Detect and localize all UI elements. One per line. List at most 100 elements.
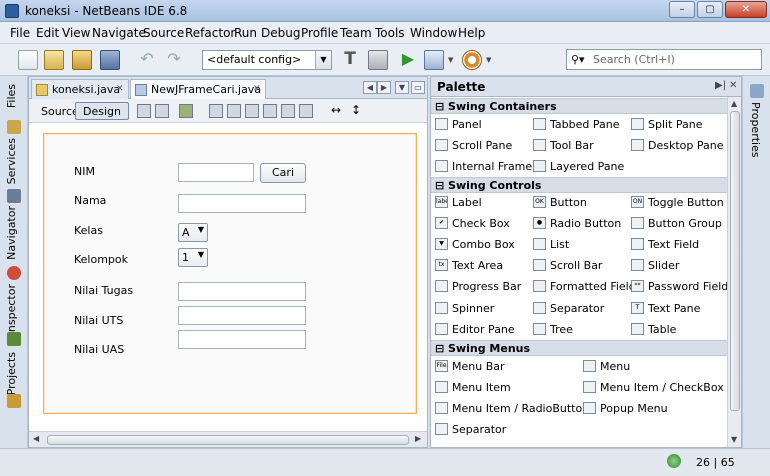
- close-panel-icon[interactable]: ✕: [729, 80, 737, 91]
- kelompok-combobox[interactable]: 1 ▼: [178, 248, 208, 267]
- menu-refactor[interactable]: Refactor: [185, 26, 235, 40]
- profile-icon[interactable]: [462, 50, 482, 70]
- design-view-button[interactable]: Design: [75, 102, 129, 120]
- scroll-right-icon[interactable]: ▶: [415, 434, 421, 443]
- tab-list-icon[interactable]: ▼: [395, 81, 409, 94]
- palette-item-menu-item[interactable]: Menu Item: [435, 381, 511, 394]
- align-right-icon[interactable]: [245, 104, 259, 118]
- new-file-icon[interactable]: [18, 50, 38, 70]
- close-button[interactable]: ✕: [725, 1, 767, 18]
- scrollbar-thumb[interactable]: [730, 111, 740, 411]
- palette-item-button[interactable]: OK Button: [533, 196, 587, 209]
- menu-run[interactable]: Run: [234, 26, 257, 40]
- palette-item-menu-item-radiobutton[interactable]: Menu Item / RadioButton: [435, 402, 589, 415]
- palette-item-menu-item-checkbox[interactable]: Menu Item / CheckBox: [583, 381, 724, 394]
- build-hammer-icon[interactable]: T: [340, 50, 360, 70]
- nilai-uts-field[interactable]: [178, 306, 306, 325]
- editor-horizontal-scrollbar[interactable]: ◀ ▶: [29, 431, 427, 447]
- close-tab-icon[interactable]: ✕: [253, 84, 261, 94]
- maximize-editor-icon[interactable]: ▭: [411, 81, 425, 94]
- align-center-icon[interactable]: [227, 104, 241, 118]
- palette-item-toggle-button[interactable]: ON Toggle Button: [631, 196, 724, 209]
- palette-item-scroll-pane[interactable]: Scroll Pane: [435, 139, 512, 152]
- palette-item-menu-separator[interactable]: Separator: [435, 423, 506, 436]
- preview-design-icon[interactable]: [179, 104, 193, 118]
- tab-inspector[interactable]: Inspector: [5, 284, 18, 335]
- palette-item-check-box[interactable]: ✔ Check Box: [435, 217, 510, 230]
- scroll-tabs-left-icon[interactable]: ◀: [363, 81, 377, 94]
- palette-item-internal-frame[interactable]: Internal Frame: [435, 160, 532, 173]
- palette-item-formatted-field[interactable]: Formatted Field: [533, 280, 636, 293]
- palette-item-text-pane[interactable]: T Text Pane: [631, 302, 700, 315]
- notification-icon[interactable]: [667, 454, 681, 468]
- align-bottom-icon[interactable]: [299, 104, 313, 118]
- save-all-icon[interactable]: [100, 50, 120, 70]
- palette-item-tabbed-pane[interactable]: Tabbed Pane: [533, 118, 619, 131]
- scrollbar-thumb[interactable]: [47, 435, 409, 445]
- tab-services[interactable]: Services: [5, 138, 18, 184]
- palette-item-layered-pane[interactable]: Layered Pane: [533, 160, 624, 173]
- palette-item-slider[interactable]: Slider: [631, 259, 679, 272]
- nama-field[interactable]: [178, 194, 306, 213]
- tab-files[interactable]: Files: [5, 84, 18, 108]
- debug-icon[interactable]: [424, 50, 444, 70]
- nilai-uas-field[interactable]: [178, 330, 306, 349]
- profile-dropdown-icon[interactable]: ▼: [486, 50, 496, 70]
- category-swing-controls[interactable]: ⊟ Swing Controls: [431, 177, 727, 193]
- palette-item-text-field[interactable]: Text Field: [631, 238, 699, 251]
- jframe-form[interactable]: NIM Cari Nama Kelas A ▼ Kelompok 1 ▼ Nil…: [43, 133, 417, 414]
- redo-icon[interactable]: ↷: [164, 50, 184, 70]
- palette-item-split-pane[interactable]: Split Pane: [631, 118, 703, 131]
- palette-item-progress-bar[interactable]: Progress Bar: [435, 280, 521, 293]
- kelas-combobox[interactable]: A ▼: [178, 223, 208, 242]
- category-swing-containers[interactable]: ⊟ Swing Containers: [431, 98, 727, 114]
- close-tab-icon[interactable]: ✕: [116, 84, 124, 94]
- palette-item-table[interactable]: Table: [631, 323, 676, 336]
- align-left-icon[interactable]: [209, 104, 223, 118]
- menu-source[interactable]: Source: [143, 26, 184, 40]
- category-swing-menus[interactable]: ⊟ Swing Menus: [431, 340, 727, 356]
- scroll-down-icon[interactable]: ▼: [731, 435, 737, 444]
- open-project-icon[interactable]: [72, 50, 92, 70]
- menu-view[interactable]: View: [62, 26, 90, 40]
- palette-vertical-scrollbar[interactable]: ▲ ▼: [727, 97, 741, 447]
- palette-item-tree[interactable]: Tree: [533, 323, 573, 336]
- menu-window[interactable]: Window: [410, 26, 457, 40]
- resize-horizontal-icon[interactable]: ↔: [331, 104, 345, 118]
- maximize-button[interactable]: ▢: [697, 1, 723, 18]
- menu-debug[interactable]: Debug: [261, 26, 300, 40]
- tab-navigator[interactable]: Navigator: [5, 206, 18, 260]
- palette-item-menu-bar[interactable]: File Menu Bar: [435, 360, 505, 373]
- new-project-icon[interactable]: [44, 50, 64, 70]
- tab-koneksi-java[interactable]: koneksi.java ✕: [31, 79, 129, 99]
- palette-item-editor-pane[interactable]: Editor Pane: [435, 323, 515, 336]
- cari-button[interactable]: Cari: [260, 163, 306, 183]
- menu-navigate[interactable]: Navigate: [92, 26, 146, 40]
- palette-item-radio-button[interactable]: ● Radio Button: [533, 217, 621, 230]
- palette-item-scroll-bar[interactable]: Scroll Bar: [533, 259, 602, 272]
- palette-item-tool-bar[interactable]: Tool Bar: [533, 139, 594, 152]
- align-top-icon[interactable]: [263, 104, 277, 118]
- minimize-button[interactable]: –: [669, 1, 695, 18]
- clean-build-icon[interactable]: [368, 50, 388, 70]
- menu-help[interactable]: Help: [458, 26, 485, 40]
- palette-item-menu[interactable]: Menu: [583, 360, 630, 373]
- palette-item-desktop-pane[interactable]: Desktop Pane: [631, 139, 723, 152]
- selection-mode-icon[interactable]: [137, 104, 151, 118]
- scroll-up-icon[interactable]: ▲: [731, 99, 737, 108]
- palette-item-text-area[interactable]: tx Text Area: [435, 259, 503, 272]
- config-combobox[interactable]: <default config> ▼: [202, 50, 332, 70]
- tab-newjframecari-java[interactable]: NewJFrameCari.java ✕: [130, 79, 266, 99]
- menu-edit[interactable]: Edit: [36, 26, 59, 40]
- palette-item-label[interactable]: label Label: [435, 196, 482, 209]
- palette-item-popup-menu[interactable]: Popup Menu: [583, 402, 668, 415]
- palette-item-password-field[interactable]: ** Password Field: [631, 280, 728, 293]
- palette-item-list[interactable]: List: [533, 238, 569, 251]
- palette-item-panel[interactable]: Panel: [435, 118, 482, 131]
- tab-properties[interactable]: Properties: [749, 102, 762, 158]
- menu-tools[interactable]: Tools: [375, 26, 405, 40]
- nim-field[interactable]: [178, 163, 254, 182]
- scroll-tabs-right-icon[interactable]: ▶: [377, 81, 391, 94]
- resize-vertical-icon[interactable]: ↕: [351, 104, 365, 118]
- menu-file[interactable]: File: [10, 26, 30, 40]
